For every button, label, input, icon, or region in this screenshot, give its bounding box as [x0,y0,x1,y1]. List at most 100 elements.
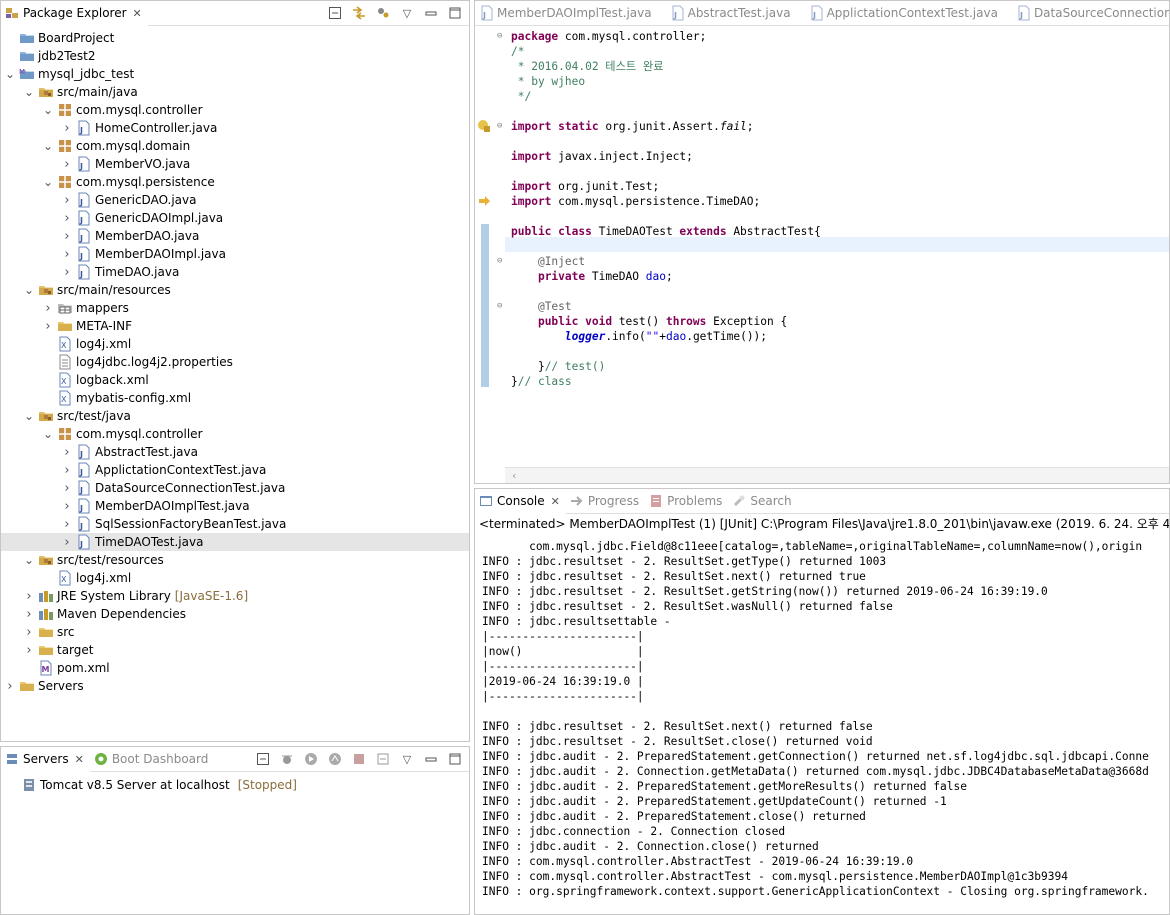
filter-icon[interactable] [375,5,391,21]
tab-search[interactable]: Search [728,489,797,514]
tree-item[interactable]: › J MemberDAO.java [1,227,469,245]
collapsed-chevron-icon[interactable]: › [60,445,74,460]
editor-tab[interactable]: J AbstractTest.java [666,1,805,26]
collapsed-chevron-icon[interactable]: › [60,265,74,280]
tree-item[interactable]: log4jdbc.log4j2.properties [1,353,469,371]
collapsed-chevron-icon[interactable]: › [60,211,74,226]
expanded-chevron-icon[interactable]: ⌄ [22,553,36,567]
code-area[interactable]: ⊖ ⊖ ⊖ ⊖ package com.mysql.controller;/* … [475,27,1169,483]
tree-item[interactable]: › J SqlSessionFactoryBeanTest.java [1,515,469,533]
tree-item[interactable]: ⌄ com.mysql.controller [1,425,469,443]
tree-item[interactable]: › src [1,623,469,641]
tree-item[interactable]: › META-INF [1,317,469,335]
tree-item[interactable]: Xmybatis-config.xml [1,389,469,407]
tab-boot-dashboard[interactable]: Boot Dashboard [90,747,215,772]
tree-item[interactable]: ⌄ com.mysql.persistence [1,173,469,191]
fold-icon[interactable]: ⊖ [497,301,502,311]
close-icon[interactable]: ✕ [75,753,84,766]
collapsed-chevron-icon[interactable]: › [60,121,74,136]
collapsed-chevron-icon[interactable]: › [60,229,74,244]
tree-item[interactable]: Xlog4j.xml [1,569,469,587]
minimize-icon[interactable] [423,751,439,767]
collapsed-chevron-icon[interactable]: › [60,517,74,532]
tab-package-explorer[interactable]: Package Explorer ✕ [1,1,148,26]
start-icon[interactable] [303,751,319,767]
tree-item[interactable]: › J DataSourceConnectionTest.java [1,479,469,497]
server-row[interactable]: Tomcat v8.5 Server at localhost [Stopped… [21,776,297,794]
tree-item[interactable]: › J ApplictationContextTest.java [1,461,469,479]
stop-icon[interactable] [351,751,367,767]
tree-item[interactable]: › mappers [1,299,469,317]
tree-item[interactable]: › target [1,641,469,659]
tree-item[interactable]: Xlog4j.xml [1,335,469,353]
expanded-chevron-icon[interactable]: ⌄ [3,67,17,81]
tab-problems[interactable]: Problems [645,489,728,514]
tree-item[interactable]: › J HomeController.java [1,119,469,137]
view-menu-icon[interactable]: ▽ [399,751,415,767]
collapsed-chevron-icon[interactable]: › [60,481,74,496]
fold-icon[interactable]: ⊖ [497,31,502,41]
tab-progress[interactable]: Progress [566,489,645,514]
tree-item[interactable]: › J AbstractTest.java [1,443,469,461]
tab-servers[interactable]: Servers ✕ [1,747,90,772]
expanded-chevron-icon[interactable]: ⌄ [41,427,55,441]
tree-item[interactable]: Mpom.xml [1,659,469,677]
collapsed-chevron-icon[interactable]: › [41,319,55,334]
collapsed-chevron-icon[interactable]: › [22,607,36,622]
expanded-chevron-icon[interactable]: ⌄ [22,409,36,423]
maximize-icon[interactable] [447,5,463,21]
tree-item[interactable]: BoardProject [1,29,469,47]
tree-item[interactable]: › JRE System Library [JavaSE-1.6] [1,587,469,605]
expanded-chevron-icon[interactable]: ⌄ [22,85,36,99]
fold-icon[interactable]: ⊖ [497,256,502,266]
tree-item[interactable]: › Servers [1,677,469,695]
editor-tab[interactable]: J DataSourceConnectionTest.java [1012,1,1169,26]
tree-item[interactable]: › J MemberDAOImplTest.java [1,497,469,515]
tree-item[interactable]: › J MemberDAOImpl.java [1,245,469,263]
collapsed-chevron-icon[interactable]: › [60,193,74,208]
editor-tab[interactable]: J MemberDAOImplTest.java [475,1,666,26]
tree-item[interactable]: jdb2Test2 [1,47,469,65]
tree-item[interactable]: ⌄ com.mysql.controller [1,101,469,119]
collapsed-chevron-icon[interactable]: › [22,589,36,604]
warning-quickfix-icon[interactable] [477,119,491,136]
tree-item[interactable]: ⌄ src/test/resources [1,551,469,569]
collapsed-chevron-icon[interactable]: › [60,463,74,478]
tree-item[interactable]: ⌄ Mmysql_jdbc_test [1,65,469,83]
collapsed-chevron-icon[interactable]: › [22,643,36,658]
tree-item[interactable]: Xlogback.xml [1,371,469,389]
tree-item[interactable]: › Maven Dependencies [1,605,469,623]
collapse-all-icon[interactable] [255,751,271,767]
collapsed-chevron-icon[interactable]: › [60,499,74,514]
horizontal-scrollbar[interactable]: ‹ [505,467,1169,483]
expanded-chevron-icon[interactable]: ⌄ [22,283,36,297]
expanded-chevron-icon[interactable]: ⌄ [41,103,55,117]
tree-item[interactable]: ⌄ src/test/java [1,407,469,425]
close-icon[interactable]: ✕ [133,7,142,20]
collapsed-chevron-icon[interactable]: › [60,247,74,262]
tree-item[interactable]: › J GenericDAOImpl.java [1,209,469,227]
tree-item[interactable]: › J TimeDAOTest.java [1,533,469,551]
tree-item[interactable]: ⌄ com.mysql.domain [1,137,469,155]
expanded-chevron-icon[interactable]: ⌄ [41,139,55,153]
expanded-chevron-icon[interactable]: ⌄ [41,175,55,189]
scroll-left-icon[interactable]: ‹ [511,469,518,482]
tree-item[interactable]: ⌄ src/main/resources [1,281,469,299]
collapsed-chevron-icon[interactable]: › [22,625,36,640]
view-menu-icon[interactable]: ▽ [399,5,415,21]
close-icon[interactable]: ✕ [551,495,560,508]
link-with-editor-icon[interactable] [351,5,367,21]
tree-item[interactable]: › J GenericDAO.java [1,191,469,209]
profile-icon[interactable] [327,751,343,767]
tab-console[interactable]: Console ✕ [475,489,566,514]
collapsed-chevron-icon[interactable]: › [41,301,55,316]
tree-item[interactable]: › J TimeDAO.java [1,263,469,281]
minimize-icon[interactable] [423,5,439,21]
debug-icon[interactable] [279,751,295,767]
collapse-all-icon[interactable] [327,5,343,21]
publish-icon[interactable] [375,751,391,767]
editor-tab[interactable]: J ApplictationContextTest.java [805,1,1012,26]
collapsed-chevron-icon[interactable]: › [60,157,74,172]
collapsed-chevron-icon[interactable]: › [60,535,74,550]
maximize-icon[interactable] [447,751,463,767]
